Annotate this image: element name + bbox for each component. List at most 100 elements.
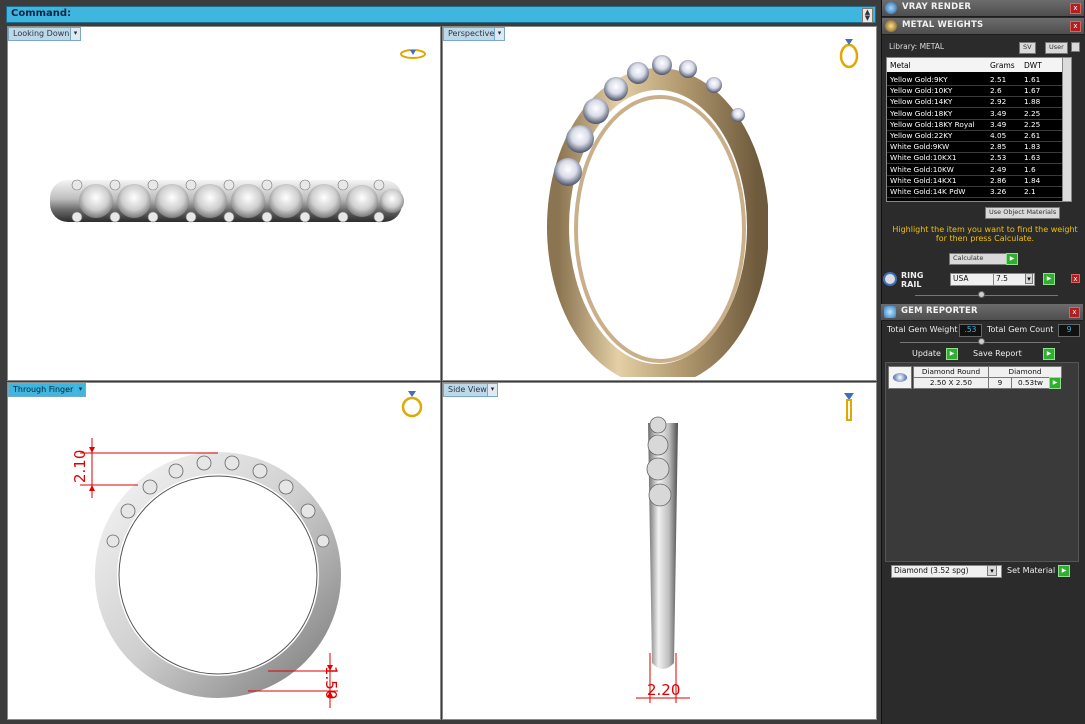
dimension-label-side: 2.20 [647,681,681,699]
metal-weights-table[interactable]: Metal Grams DWT Yellow Gold:9KY 2.51 1.61 Y… [886,57,1072,202]
gem-size-cell: 2.50 X 2.50 [913,377,989,389]
table-row[interactable]: White Gold:10KX1 2.53 1.63 [887,152,1065,165]
chevron-down-icon[interactable]: ▾ [75,383,86,397]
update-go-icon[interactable]: ▶ [946,348,958,360]
viewport-side-view[interactable]: Side View ▾ 2.20 [442,382,877,720]
set-material-label[interactable]: Set Material [1007,566,1055,575]
dwt-value: 1.88 [1024,97,1041,107]
diamond-icon [888,366,912,389]
close-icon[interactable]: x [1069,307,1080,318]
chevron-down-icon[interactable]: ▾ [987,565,997,576]
column-header-dwt: DWT [1024,61,1042,70]
viewport-tab-perspective[interactable]: Perspective [443,27,500,41]
grams-value: 3.49 [990,119,1007,129]
grams-value: 2.86 [990,175,1007,185]
viewport-perspective[interactable]: Perspective ▾ [442,26,877,381]
table-row[interactable]: White Gold:14K PdW 3.26 2.1 [887,186,1065,198]
ring-rail-icon [883,272,897,286]
calculate-button[interactable]: Calculate [949,253,1013,265]
table-row[interactable]: Yellow Gold:10KY 2.6 1.67 [887,85,1065,98]
vray-render-title: VRAY RENDER [902,2,972,12]
dimension-label-top: 2.10 [71,449,89,483]
material-select[interactable]: Diamond (3.52 spg) [891,565,1002,578]
grams-value: 2.53 [990,153,1007,163]
total-gem-count-value: 9 [1058,324,1080,337]
calculate-go-icon[interactable]: ▶ [1006,253,1018,265]
grams-value: 2.85 [990,142,1007,152]
metal-name: Yellow Gold:18KY [890,108,953,118]
table-row[interactable]: White Gold:9KW 2.85 1.83 [887,141,1065,154]
table-row[interactable]: Yellow Gold:18KY Royal 3.49 2.25 [887,119,1065,131]
command-bar[interactable]: Command: ▲ ▼ [6,6,876,23]
viewport-tab-through-finger[interactable]: Through Finger [8,383,79,397]
grams-value: 2.92 [990,97,1007,107]
table-row[interactable]: Yellow Gold:18KY 3.49 2.25 [887,108,1065,120]
update-label[interactable]: Update [912,349,941,358]
save-report-label[interactable]: Save Report [973,349,1022,358]
use-object-materials-select[interactable]: Use Object Materials [985,207,1061,219]
table-row[interactable]: Yellow Gold:9KY 2.51 1.61 [887,74,1065,86]
table-row[interactable]: Yellow Gold:22KY 4.05 2.61 [887,130,1065,142]
metal-weights-header[interactable]: METAL WEIGHTS x [882,18,1084,35]
ring-rail-slider[interactable] [915,295,1058,296]
library-label: Library: METAL [889,42,945,51]
table-row[interactable]: White Gold:14KX1 2.86 1.84 [887,175,1065,187]
metal-weights-hint: Highlight the item you want to find the … [892,225,1078,243]
set-material-go-icon[interactable]: ▶ [1058,565,1070,577]
gem-list[interactable]: Diamond Round Diamond 2.50 X 2.50 9 0.53tw ▶ [885,362,1079,562]
close-icon[interactable]: x [1070,3,1081,14]
gem-go-icon[interactable]: ▶ [1049,377,1061,389]
vray-icon [885,2,897,14]
viewport-through-finger[interactable]: Through Finger ▾ 2.10 1.50 [7,382,441,720]
ring-standard-select[interactable]: USA [950,273,994,286]
ring-top-view [50,179,404,223]
save-report-go-icon[interactable]: ▶ [1043,348,1055,360]
viewport-tab-side-view[interactable]: Side View [443,383,492,397]
table-row[interactable]: Yellow Gold:14KY 2.92 1.88 [887,96,1065,109]
ring-side-view [636,416,690,703]
dimension-label-bottom: 1.50 [322,666,340,700]
slider-handle[interactable] [978,291,985,298]
metal-name: White Gold:14K PdW [890,187,966,196]
gem-weight-cell: 0.53tw [1011,377,1050,389]
metal-name: White Gold:14KX1 [890,175,957,185]
dwt-value: 1.83 [1024,142,1041,152]
gem-count-cell: 9 [988,377,1012,389]
gem-row[interactable]: Diamond Round Diamond 2.50 X 2.50 9 0.53tw ▶ [888,366,1062,389]
ring-perspective-view [547,55,768,377]
ring-orientation-icon [844,393,854,421]
column-header-grams: Grams [990,61,1015,70]
dwt-value: 1.63 [1024,153,1041,163]
close-icon[interactable]: x [1070,21,1081,32]
user-button[interactable]: User [1045,42,1068,54]
total-gem-weight-label: Total Gem Weight [887,325,958,334]
gem-reporter-header[interactable]: GEM REPORTER x [881,304,1083,321]
metal-name: Yellow Gold:14KY [890,97,953,107]
metal-name: White Gold:10KX1 [890,153,957,163]
workspace: Command: ▲ ▼ Looking Down ▾ Perspective … [0,0,881,724]
chevron-down-icon[interactable]: ▾ [1025,273,1033,284]
table-scrollbar[interactable] [1062,58,1071,201]
library-menu-icon[interactable] [1071,42,1080,52]
ring-orientation-icon [401,391,423,418]
grams-value: 3.49 [990,108,1007,118]
chevron-down-icon[interactable]: ▾ [487,383,498,397]
close-icon[interactable]: x [1071,274,1080,283]
command-scroll-icon[interactable]: ▲ ▼ [862,8,873,23]
viewport-looking-down[interactable]: Looking Down ▾ [7,26,441,381]
slider-handle[interactable] [978,338,985,345]
viewport-tab-looking-down[interactable]: Looking Down [8,27,75,41]
dwt-value: 1.67 [1024,86,1041,96]
metal-name: Yellow Gold:18KY Royal [890,119,975,129]
ring-orientation-icon [839,39,859,69]
gem-reporter-title: GEM REPORTER [901,306,978,316]
chevron-down-icon[interactable]: ▾ [494,27,505,41]
chevron-down-icon[interactable]: ▾ [70,27,81,41]
table-row[interactable]: White Gold:10KW 2.49 1.6 [887,164,1065,176]
sv-button[interactable]: SV [1019,42,1036,54]
dwt-value: 2.61 [1024,131,1041,140]
metal-name: Yellow Gold:10KY [890,86,953,96]
dwt-value: 1.61 [1024,75,1041,84]
ring-rail-go-icon[interactable]: ▶ [1043,273,1055,285]
vray-render-header[interactable]: VRAY RENDER x [882,0,1084,17]
